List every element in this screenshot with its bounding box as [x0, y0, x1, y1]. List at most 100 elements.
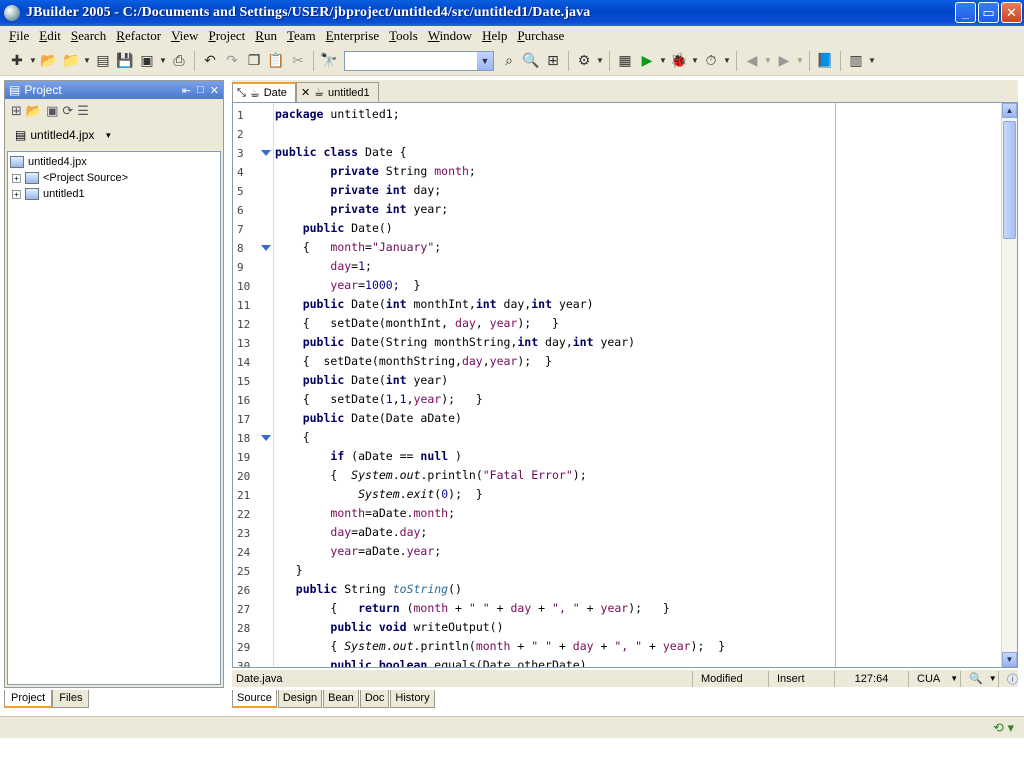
code-line[interactable]: public Date(Date aDate): [275, 411, 462, 425]
zoom-control[interactable]: 🔍 ▼: [960, 670, 998, 687]
status-insert-mode[interactable]: Insert: [768, 670, 834, 687]
chevron-down-icon[interactable]: ▼: [989, 674, 997, 683]
reopen-dropdown-icon[interactable]: ▼: [82, 50, 92, 72]
code-line[interactable]: day=aDate.day;: [275, 525, 427, 539]
add-files-icon[interactable]: ⊞: [11, 103, 22, 119]
code-editor[interactable]: 1 2 3 4 5 6 7 8 9 10 11 12 13 14 15 16 17 18 19 20 21 22 23 24 2…: [232, 102, 1018, 668]
tree-item-project[interactable]: untitled4.jpx: [8, 154, 220, 170]
make-dropdown-icon[interactable]: ▼: [595, 50, 605, 72]
tree-item-label[interactable]: untitled4.jpx: [28, 156, 87, 168]
code-line[interactable]: { setDate(monthString,day,year); }: [275, 354, 552, 368]
paste-icon[interactable]: 📋: [265, 50, 287, 72]
code-line[interactable]: { System.out.println("Fatal Error");: [275, 468, 586, 482]
cut-icon[interactable]: ✂: [287, 50, 309, 72]
code-line[interactable]: { return (month + " " + day + ", " + yea…: [275, 601, 669, 615]
find-icon[interactable]: 🔭: [318, 50, 340, 72]
menu-file[interactable]: File: [4, 28, 34, 44]
code-line[interactable]: day=1;: [275, 259, 372, 273]
redo-icon[interactable]: ↷: [221, 50, 243, 72]
tab-untitled1[interactable]: ✕ ☕ untitled1: [295, 82, 379, 102]
code-line[interactable]: public void writeOutput(): [275, 620, 503, 634]
code-area[interactable]: package untitled1; public class Date { pr…: [273, 103, 835, 667]
menu-edit[interactable]: Edit: [34, 28, 66, 44]
refresh-icon[interactable]: ⟳: [62, 103, 73, 119]
run-icon[interactable]: ▶: [636, 50, 658, 72]
code-line[interactable]: public Date(String monthString,int day,i…: [275, 335, 635, 349]
make-icon[interactable]: ⚙: [573, 50, 595, 72]
tab-files[interactable]: Files: [52, 690, 90, 708]
tree-item-project-source[interactable]: + <Project Source>: [8, 170, 220, 186]
tab-history[interactable]: History: [390, 690, 435, 708]
print-icon[interactable]: ⎙: [168, 50, 190, 72]
forward-dropdown-icon[interactable]: ▼: [795, 50, 805, 72]
tab-bean[interactable]: Bean: [323, 690, 359, 708]
code-line[interactable]: {: [275, 430, 310, 444]
fold-gutter[interactable]: [257, 103, 273, 667]
expand-icon[interactable]: +: [12, 189, 21, 199]
browse-symbol-icon[interactable]: ⊞: [542, 50, 564, 72]
minimize-button[interactable]: _: [955, 2, 976, 23]
menu-project[interactable]: Project: [203, 28, 250, 44]
menu-enterprise[interactable]: Enterprise: [321, 28, 384, 44]
menu-help[interactable]: Help: [477, 28, 512, 44]
save-icon[interactable]: 💾: [114, 50, 136, 72]
open-icon[interactable]: 📂: [38, 50, 60, 72]
project-selector-label[interactable]: untitled4.jpx: [30, 128, 94, 142]
code-line[interactable]: package untitled1;: [275, 107, 400, 121]
layout-icon[interactable]: ▥: [845, 50, 867, 72]
code-line[interactable]: public Date(int monthInt,int day,int yea…: [275, 297, 594, 311]
tree-item-untitled1[interactable]: + untitled1: [8, 186, 220, 202]
code-line[interactable]: { month="January";: [275, 240, 442, 254]
project-selector[interactable]: ▤ untitled4.jpx ▼: [5, 123, 223, 147]
code-line[interactable]: public String toString(): [275, 582, 462, 596]
help-icon[interactable]: 📘: [814, 50, 836, 72]
code-line[interactable]: public Date(int year): [275, 373, 448, 387]
tab-design[interactable]: Design: [277, 690, 323, 708]
panel-close-icon[interactable]: ✕: [210, 84, 219, 97]
jbuilder-app-icon[interactable]: [4, 5, 20, 21]
status-keymap-label[interactable]: CUA: [917, 673, 940, 685]
find-classes-icon[interactable]: 🔍: [520, 50, 542, 72]
zoom-icon[interactable]: 🔍: [969, 672, 983, 685]
properties-icon[interactable]: ☰: [77, 103, 89, 119]
menu-run[interactable]: Run: [250, 28, 282, 44]
remove-icon[interactable]: ▣: [46, 103, 58, 119]
code-line[interactable]: public boolean equals(Date otherDate): [275, 658, 586, 667]
back-icon[interactable]: ◀: [741, 50, 763, 72]
code-line[interactable]: private String month;: [275, 164, 475, 178]
maximize-button[interactable]: ▭: [978, 2, 999, 23]
find-next-icon[interactable]: ⌕: [498, 50, 520, 72]
code-line[interactable]: public class Date {: [275, 145, 407, 159]
code-line[interactable]: private int day;: [275, 183, 441, 197]
back-dropdown-icon[interactable]: ▼: [763, 50, 773, 72]
tab-source[interactable]: Source: [232, 690, 277, 708]
chevron-down-icon[interactable]: ▼: [950, 674, 958, 683]
optimize-dropdown-icon[interactable]: ▼: [722, 50, 732, 72]
scroll-thumb[interactable]: [1003, 121, 1016, 239]
close-tab-icon[interactable]: ✕: [301, 86, 310, 99]
chevron-down-icon[interactable]: ▼: [477, 51, 493, 70]
layout-dropdown-icon[interactable]: ▼: [867, 50, 877, 72]
tab-label[interactable]: untitled1: [328, 87, 370, 99]
code-line[interactable]: { setDate(monthInt, day, year); }: [275, 316, 559, 330]
pin-icon[interactable]: ⇤: [182, 84, 191, 97]
new-dropdown-icon[interactable]: ▼: [28, 50, 38, 72]
code-line[interactable]: year=1000; }: [275, 278, 420, 292]
fold-toggle-icon[interactable]: [261, 245, 271, 251]
add-package-icon[interactable]: 📂: [26, 103, 42, 119]
search-combo-box[interactable]: ▼: [344, 50, 494, 71]
code-line[interactable]: { System.out.println(month + " " + day +…: [275, 639, 725, 653]
close-file-icon[interactable]: ▤: [92, 50, 114, 72]
debug-dropdown-icon[interactable]: ▼: [690, 50, 700, 72]
save-dropdown-icon[interactable]: ▼: [158, 50, 168, 72]
code-line[interactable]: public Date(): [275, 221, 393, 235]
code-line[interactable]: }: [275, 563, 303, 577]
menu-purchase[interactable]: Purchase: [512, 28, 569, 44]
tab-date[interactable]: ⤡ ☕ Date: [232, 82, 296, 102]
tab-project[interactable]: Project: [4, 690, 53, 708]
panel-maximize-icon[interactable]: □: [197, 84, 204, 97]
menu-refactor[interactable]: Refactor: [111, 28, 166, 44]
scroll-down-icon[interactable]: ▼: [1002, 652, 1017, 667]
scroll-up-icon[interactable]: ▲: [1002, 103, 1017, 118]
vertical-scrollbar[interactable]: ▲ ▼: [1001, 103, 1017, 667]
